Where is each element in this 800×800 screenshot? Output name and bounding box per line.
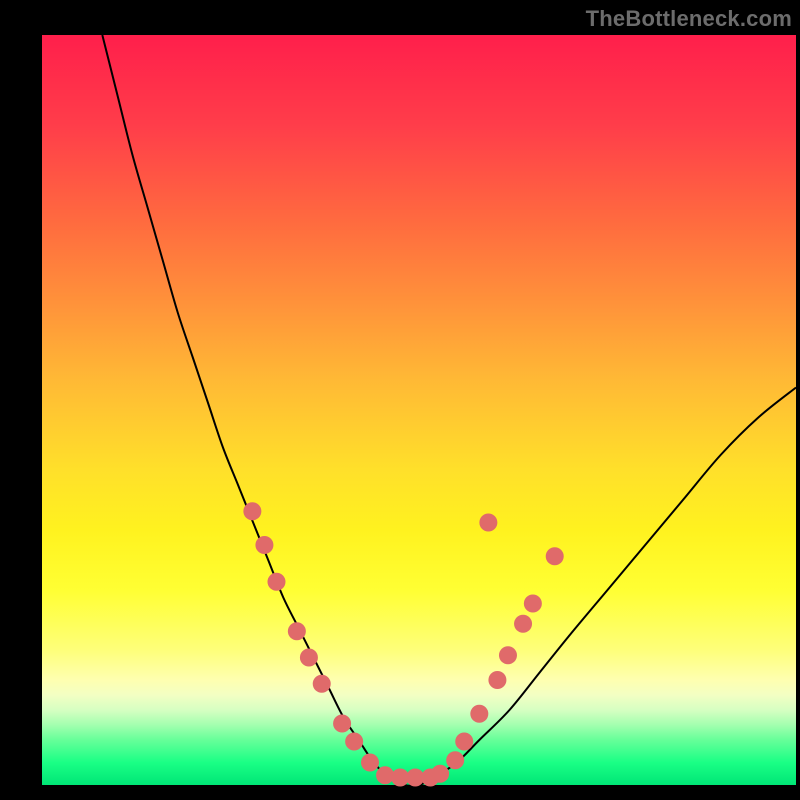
data-marker	[313, 675, 331, 693]
data-marker	[524, 595, 542, 613]
bottleneck-curve-svg	[42, 35, 796, 785]
watermark-label: TheBottleneck.com	[586, 6, 792, 32]
data-marker	[300, 649, 318, 667]
data-marker	[446, 751, 464, 769]
data-marker	[499, 646, 517, 664]
marker-group	[243, 502, 563, 786]
data-marker	[470, 705, 488, 723]
data-marker	[288, 622, 306, 640]
chart-frame: TheBottleneck.com	[0, 0, 800, 800]
data-marker	[376, 766, 394, 784]
data-marker	[345, 733, 363, 751]
data-marker	[479, 514, 497, 532]
data-marker	[267, 573, 285, 591]
curve-path	[102, 35, 796, 786]
data-marker	[431, 765, 449, 783]
data-marker	[455, 733, 473, 751]
data-marker	[488, 671, 506, 689]
data-marker	[546, 547, 564, 565]
data-marker	[243, 502, 261, 520]
data-marker	[333, 715, 351, 733]
plot-area	[42, 35, 796, 785]
data-marker	[514, 615, 532, 633]
data-marker	[361, 754, 379, 772]
data-marker	[255, 536, 273, 554]
